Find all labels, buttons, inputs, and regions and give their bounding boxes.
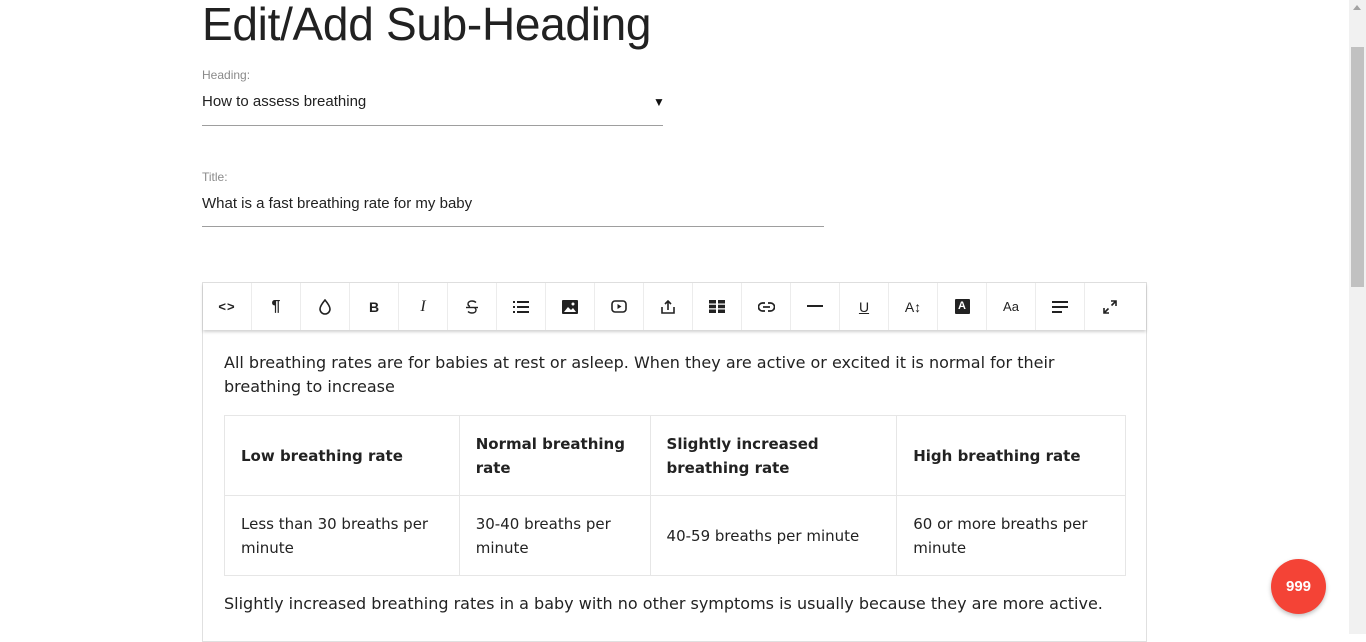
- upload-icon: [661, 299, 675, 314]
- insert-video-button[interactable]: [595, 283, 644, 330]
- heading-select-value[interactable]: How to assess breathing: [202, 93, 366, 110]
- fullscreen-button[interactable]: [1085, 283, 1134, 330]
- scroll-thumb[interactable]: [1351, 47, 1364, 287]
- insert-image-button[interactable]: [546, 283, 595, 330]
- table-icon: [709, 300, 725, 313]
- paragraph-format-button[interactable]: ¶: [252, 283, 301, 330]
- notification-count-badge[interactable]: 999: [1271, 559, 1326, 614]
- drop-icon: [319, 298, 331, 315]
- heading-label: Heading:: [202, 68, 251, 82]
- fullscreen-icon: [1102, 299, 1117, 314]
- underline-button[interactable]: U: [840, 283, 889, 330]
- editor-content[interactable]: All breathing rates are for babies at re…: [224, 351, 1126, 616]
- editor-toolbar: <> ¶ B I U A↕ A Aa: [203, 283, 1146, 330]
- list-icon: [513, 300, 529, 313]
- bold-icon: B: [368, 298, 380, 315]
- table-header-cell: Low breathing rate: [224, 415, 460, 496]
- upload-button[interactable]: [644, 283, 693, 330]
- table-header-row: Low breathing rate Normal breathing rate…: [224, 415, 1126, 496]
- table-cell: 40-59 breaths per minute: [649, 495, 898, 576]
- scroll-up-arrow-icon[interactable]: [1353, 5, 1361, 10]
- font-size-icon: A↕: [904, 298, 922, 315]
- color-button[interactable]: [301, 283, 350, 330]
- breathing-rates-table: Low breathing rate Normal breathing rate…: [224, 415, 1126, 576]
- page: Edit/Add Sub-Heading Heading: How to ass…: [0, 0, 1349, 642]
- intro-paragraph: All breathing rates are for babies at re…: [224, 353, 1055, 396]
- table-header-cell: Slightly increased breathing rate: [649, 415, 898, 496]
- list-button[interactable]: [497, 283, 546, 330]
- italic-icon: I: [420, 297, 426, 315]
- insert-link-button[interactable]: [742, 283, 791, 330]
- bold-button[interactable]: B: [350, 283, 399, 330]
- table-header-cell: Normal breathing rate: [458, 415, 651, 496]
- video-icon: [611, 300, 627, 313]
- strikethrough-icon: [466, 299, 478, 314]
- title-input-underline[interactable]: [202, 226, 824, 227]
- insert-table-button[interactable]: [693, 283, 742, 330]
- table-header-cell: High breathing rate: [896, 415, 1126, 496]
- align-left-icon: [1052, 300, 1068, 313]
- code-icon: <>: [218, 299, 236, 314]
- horizontal-line-button[interactable]: [791, 283, 840, 330]
- table-cell: 60 or more breaths per minute: [896, 495, 1126, 576]
- paragraph-icon: ¶: [271, 297, 281, 315]
- table-cell: Less than 30 breaths per minute: [224, 495, 460, 576]
- font-family-icon: Aa: [1003, 299, 1019, 314]
- link-icon: [757, 301, 775, 312]
- underline-icon: U: [858, 298, 870, 315]
- align-button[interactable]: [1036, 283, 1085, 330]
- table-cell: 30-40 breaths per minute: [458, 495, 651, 576]
- after-paragraph: Slightly increased breathing rates in a …: [224, 594, 1103, 613]
- italic-button[interactable]: I: [399, 283, 448, 330]
- image-icon: [562, 299, 578, 314]
- scrollbar[interactable]: [1349, 0, 1366, 634]
- text-color-icon: A: [954, 299, 970, 314]
- chevron-down-icon[interactable]: ▼: [653, 95, 665, 109]
- title-input[interactable]: What is a fast breathing rate for my bab…: [202, 195, 472, 212]
- text-color-button[interactable]: A: [938, 283, 987, 330]
- page-title: Edit/Add Sub-Heading: [202, 0, 652, 50]
- table-row: Less than 30 breaths per minute 30-40 br…: [224, 495, 1126, 576]
- code-view-button[interactable]: <>: [203, 283, 252, 330]
- rich-text-editor[interactable]: <> ¶ B I U A↕ A Aa All breathing rates a…: [202, 282, 1147, 642]
- strikethrough-button[interactable]: [448, 283, 497, 330]
- font-family-button[interactable]: Aa: [987, 283, 1036, 330]
- heading-select-underline[interactable]: [202, 125, 663, 126]
- font-size-button[interactable]: A↕: [889, 283, 938, 330]
- title-label: Title:: [202, 170, 228, 184]
- horizontal-line-icon: [807, 305, 823, 307]
